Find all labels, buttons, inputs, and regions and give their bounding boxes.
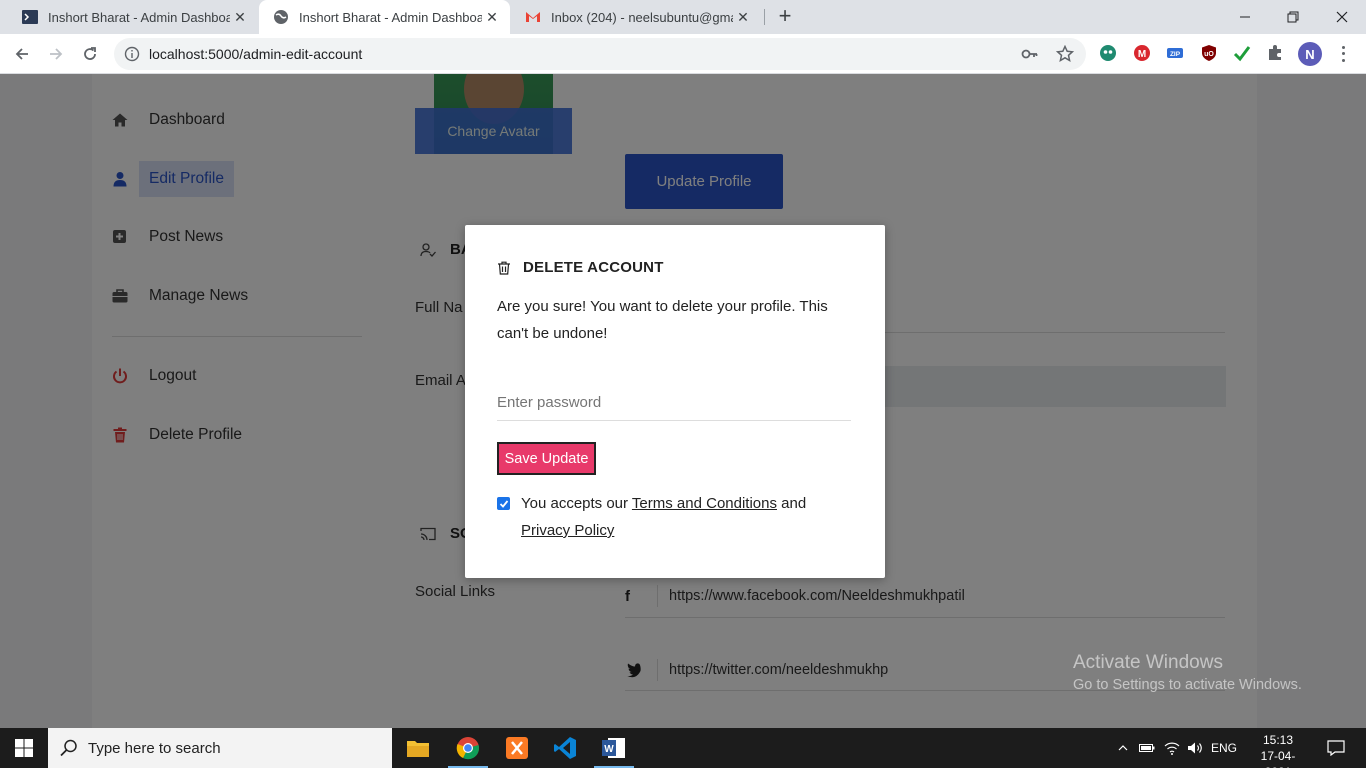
language-indicator[interactable]: ENG	[1208, 728, 1240, 768]
terms-link[interactable]: Terms and Conditions	[632, 495, 777, 512]
restore-button[interactable]	[1269, 0, 1317, 34]
tray-chevron-icon[interactable]	[1114, 728, 1132, 768]
tab-title: Inshort Bharat - Admin Dashboard	[299, 9, 482, 25]
close-icon	[1336, 11, 1348, 23]
tab-title: Inbox (204) - neelsubuntu@gmail.com	[551, 9, 733, 25]
modal-title-text: DELETE ACCOUNT	[523, 259, 664, 276]
modal-title: DELETE ACCOUNT	[497, 259, 664, 276]
new-tab-button[interactable]: +	[773, 5, 797, 29]
clock-date: 17-04-2021	[1260, 749, 1296, 779]
xampp-icon	[506, 737, 528, 759]
tab-title: Inshort Bharat - Admin Dashboard	[48, 9, 230, 25]
chrome-icon	[456, 737, 479, 760]
trash-icon	[498, 261, 510, 275]
restore-icon	[1287, 11, 1299, 23]
svg-text:uO: uO	[1204, 51, 1214, 58]
arrow-left-icon	[15, 48, 28, 60]
gmail-icon	[526, 12, 540, 22]
file-explorer-app[interactable]	[394, 728, 442, 768]
vscode-icon	[554, 737, 576, 759]
close-window-button[interactable]	[1318, 0, 1366, 34]
address-bar[interactable]: localhost:5000/admin-edit-account	[114, 38, 1086, 70]
tab-gmail[interactable]: Inbox (204) - neelsubuntu@gmail.com ✕	[511, 0, 761, 34]
browser-toolbar: localhost:5000/admin-edit-account M ZIP …	[0, 34, 1366, 74]
tab-strip: Inshort Bharat - Admin Dashboard ✕ Insho…	[0, 0, 1366, 34]
checkmark-icon	[499, 499, 508, 508]
extension-ublock-icon[interactable]: uO	[1199, 43, 1219, 63]
tab-separator	[764, 9, 765, 25]
profile-avatar[interactable]: N	[1298, 42, 1322, 66]
clock-time: 15:13	[1262, 733, 1294, 747]
globe-icon	[274, 10, 288, 24]
terms-prefix: You accepts our	[521, 495, 632, 512]
url-text[interactable]: localhost:5000/admin-edit-account	[149, 46, 362, 62]
terminal-icon	[22, 10, 38, 24]
info-icon[interactable]	[124, 46, 140, 62]
modal-message: Are you sure! You want to delete your pr…	[497, 298, 828, 342]
minimize-button[interactable]	[1221, 0, 1269, 34]
minimize-icon	[1240, 16, 1250, 18]
volume-icon[interactable]	[1186, 728, 1204, 768]
clock[interactable]: 15:13 17-04-2021	[1248, 732, 1308, 780]
activate-windows-subtitle: Go to Settings to activate Windows.	[1073, 677, 1302, 693]
back-button[interactable]	[8, 40, 36, 68]
extension-zip-icon[interactable]: ZIP	[1165, 43, 1185, 63]
wifi-icon[interactable]	[1163, 728, 1181, 768]
terms-text: You accepts our Terms and Conditions and…	[497, 490, 847, 544]
forward-button[interactable]	[42, 40, 70, 68]
reload-button[interactable]	[76, 40, 104, 68]
word-app[interactable]: W	[590, 728, 638, 768]
vscode-app[interactable]	[541, 728, 589, 768]
start-button[interactable]	[0, 728, 48, 768]
key-icon[interactable]	[1021, 45, 1039, 63]
tab-close-icon[interactable]: ✕	[733, 9, 753, 26]
folder-icon	[407, 741, 429, 757]
reload-icon	[84, 47, 96, 60]
star-icon[interactable]	[1056, 45, 1074, 63]
svg-text:M: M	[1138, 49, 1146, 60]
tab-close-icon[interactable]: ✕	[482, 9, 502, 26]
terms-and: and	[777, 495, 807, 512]
password-input[interactable]	[497, 385, 851, 421]
tab-close-icon[interactable]: ✕	[230, 9, 250, 26]
svg-text:W: W	[604, 744, 614, 755]
search-icon	[60, 739, 77, 757]
terms-block: You accepts our Terms and Conditions and…	[497, 490, 847, 544]
extension-mega-icon[interactable]: M	[1132, 43, 1152, 63]
word-icon: W	[602, 738, 625, 758]
terms-checkbox[interactable]	[497, 497, 510, 510]
battery-icon[interactable]	[1138, 728, 1156, 768]
activate-windows-title: Activate Windows	[1073, 652, 1223, 673]
tab-inshort-2[interactable]: Inshort Bharat - Admin Dashboard ✕	[259, 0, 510, 34]
windows-taskbar: Type here to search W ENG 15:13 17-04-20…	[0, 728, 1366, 779]
search-placeholder: Type here to search	[88, 739, 221, 757]
privacy-link[interactable]: Privacy Policy	[521, 522, 614, 539]
windows-logo-icon	[15, 739, 33, 757]
delete-account-modal: DELETE ACCOUNT Are you sure! You want to…	[465, 225, 885, 578]
extension-alien-icon[interactable]	[1098, 43, 1118, 63]
arrow-right-icon	[50, 48, 63, 60]
taskbar-search[interactable]: Type here to search	[48, 728, 392, 768]
save-update-button[interactable]: Save Update	[497, 442, 596, 475]
svg-text:ZIP: ZIP	[1170, 51, 1181, 58]
chrome-app[interactable]	[444, 728, 492, 768]
extensions-puzzle-icon[interactable]	[1265, 43, 1285, 63]
xampp-app[interactable]	[493, 728, 541, 768]
notification-icon[interactable]	[1320, 728, 1352, 768]
menu-kebab-icon[interactable]	[1334, 44, 1352, 64]
tab-inshort-1[interactable]: Inshort Bharat - Admin Dashboard ✕	[0, 0, 258, 34]
extension-check-icon[interactable]	[1232, 43, 1252, 63]
